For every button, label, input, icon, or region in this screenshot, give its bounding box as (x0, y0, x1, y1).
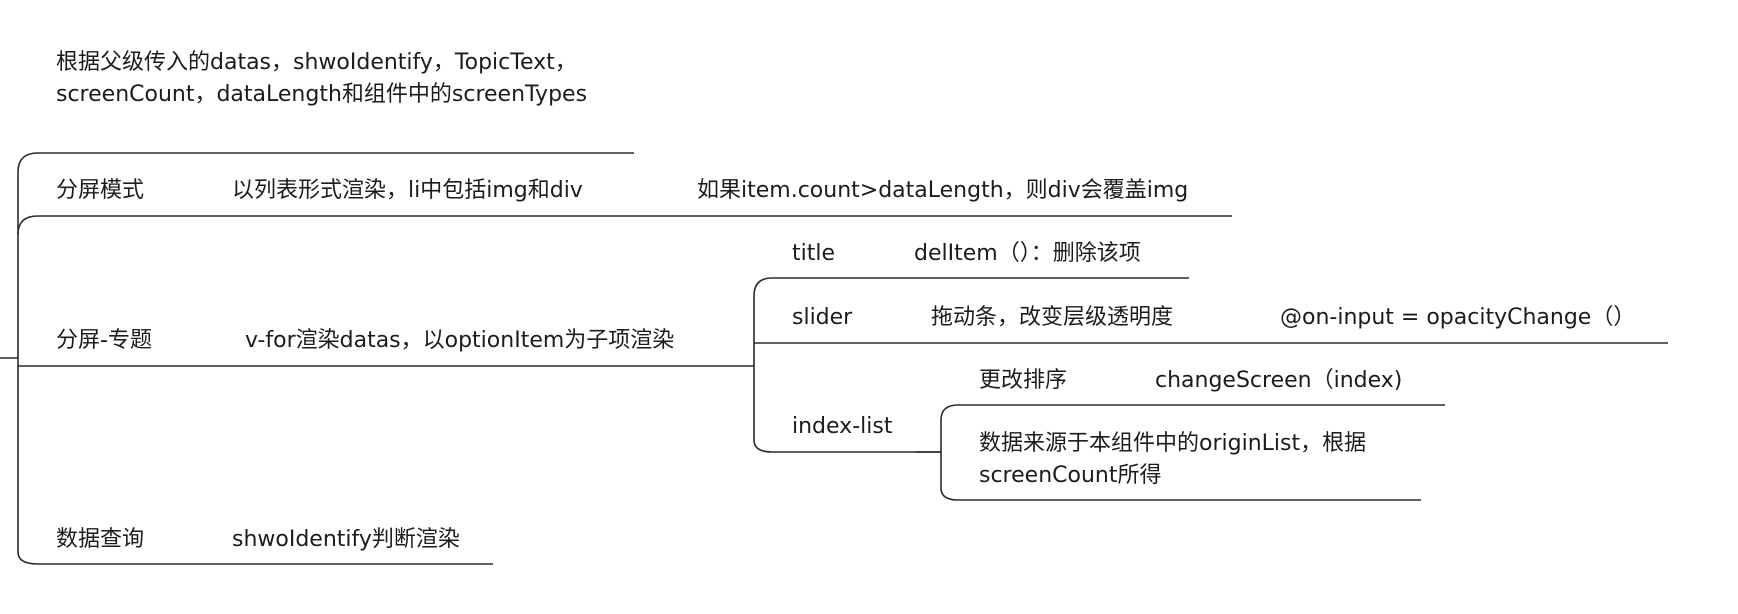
index-sort-fn-node[interactable]: changeScreen（index) (1155, 365, 1402, 397)
index-sort-node[interactable]: 更改排序 (979, 365, 1067, 397)
split-topic-node[interactable]: 分屏-专题 (56, 325, 152, 357)
topic-slider-desc-node[interactable]: 拖动条，改变层级透明度 (931, 302, 1173, 334)
split-mode-render-node[interactable]: 以列表形式渲染，li中包括img和div (232, 175, 583, 207)
bracket-mode-curve (17, 215, 1232, 235)
index-list-node[interactable]: index-list (792, 411, 892, 443)
index-source-node[interactable]: 数据来源于本组件中的originList，根据screenCount所得 (979, 428, 1419, 492)
topic-slider-event-node[interactable]: @on-input = opacityChange（） (1280, 302, 1635, 334)
data-query-render-node[interactable]: shwoIdentify判断渲染 (232, 524, 460, 556)
split-mode-cover-node[interactable]: 如果item.count>dataLength，则div会覆盖img (697, 175, 1188, 207)
split-mode-node[interactable]: 分屏模式 (56, 175, 144, 207)
topic-slider-node[interactable]: slider (792, 302, 852, 334)
topic-title-node[interactable]: title (792, 238, 835, 270)
topic-title-desc-node[interactable]: delItem（）：删除该项 (914, 238, 1141, 270)
split-topic-render-node[interactable]: v-for渲染datas，以optionItem为子项渲染 (245, 325, 674, 357)
bracket-top-curve (17, 152, 634, 173)
index-sort-curve (940, 404, 1445, 421)
data-query-node[interactable]: 数据查询 (56, 524, 144, 556)
root-description: 根据父级传入的datas，shwoIdentify，TopicText，scre… (56, 50, 588, 107)
connector-group (0, 152, 1668, 565)
topic-title-curve (753, 277, 1189, 297)
